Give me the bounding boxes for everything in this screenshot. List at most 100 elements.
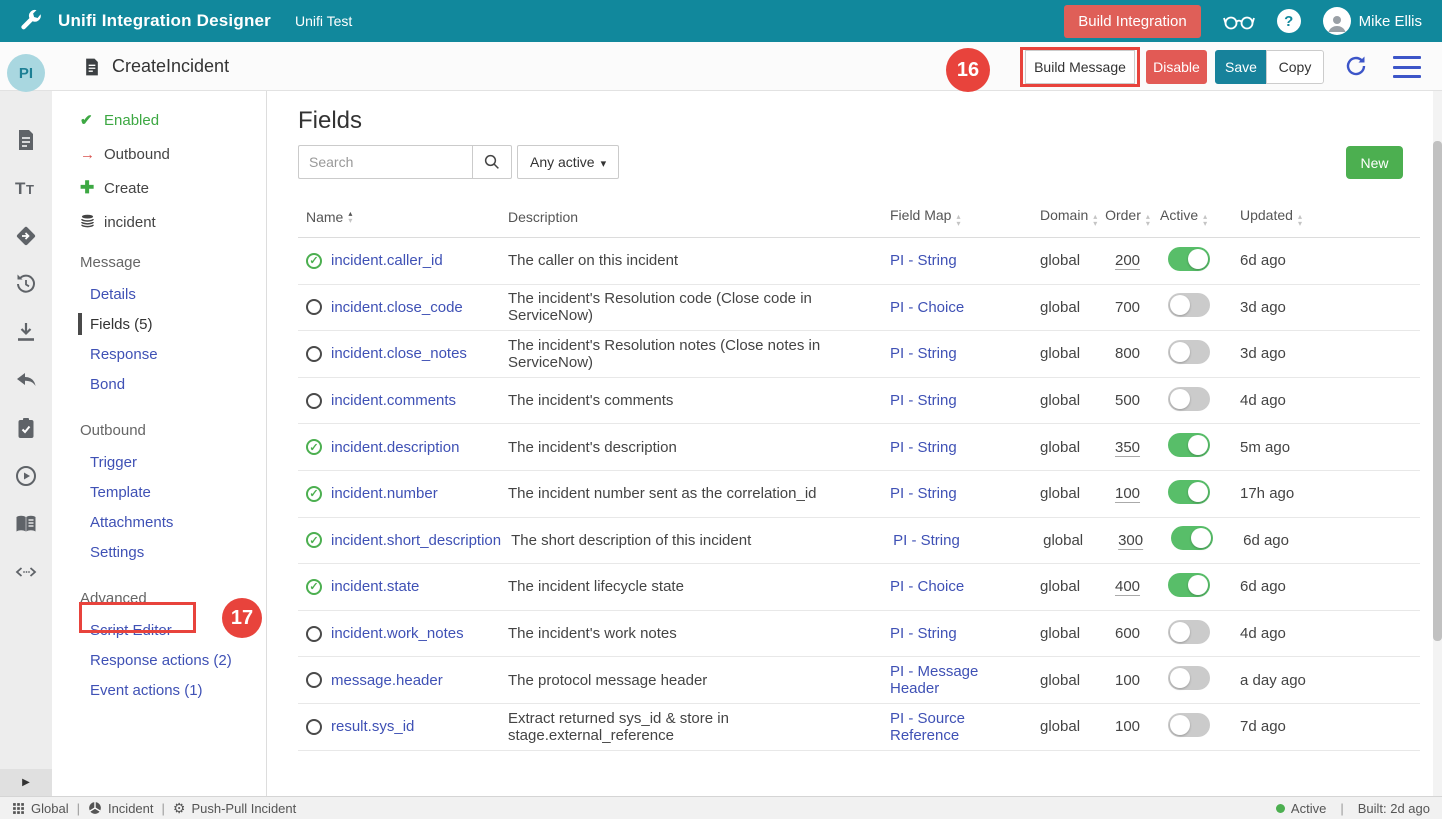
history-icon[interactable] [14,272,38,296]
task-check-icon[interactable] [14,416,38,440]
active-toggle[interactable] [1168,247,1210,271]
scope-item[interactable]: Global [12,801,69,816]
nav-item-trigger[interactable]: Trigger [52,447,266,477]
nav-item-response[interactable]: Response [52,339,266,369]
active-filter-dropdown[interactable]: Any active [517,145,619,179]
hamburger-menu-icon[interactable] [1393,56,1421,78]
field-map-link[interactable]: PI - Choice [880,578,1030,595]
play-icon[interactable] [14,464,38,488]
field-name-link[interactable]: incident.close_notes [331,345,467,362]
svg-text:T: T [26,182,34,197]
field-name-link[interactable]: incident.caller_id [331,252,443,269]
col-domain[interactable]: Domain [1030,207,1105,227]
text-fields-icon[interactable]: T T [14,176,38,200]
field-name-link[interactable]: incident.number [331,485,438,502]
disable-button[interactable]: Disable [1146,50,1207,84]
active-toggle[interactable] [1168,340,1210,364]
search-button[interactable] [472,145,512,179]
rail-expand-toggle[interactable] [0,769,52,796]
documentation-book-icon[interactable] [14,512,38,536]
document-rail-icon[interactable] [14,128,38,152]
active-toggle[interactable] [1168,387,1210,411]
col-active[interactable]: Active [1150,207,1230,227]
col-name[interactable]: Name [298,209,498,225]
glasses-icon[interactable] [1223,10,1255,32]
field-order[interactable]: 400 [1105,578,1150,595]
col-updated[interactable]: Updated [1230,207,1420,227]
field-domain: global [1030,625,1105,642]
field-map-link[interactable]: PI - String [880,392,1030,409]
nav-item-template[interactable]: Template [52,477,266,507]
nav-item-fields[interactable]: Fields (5) [52,309,266,339]
field-name-link[interactable]: incident.state [331,578,419,595]
field-map-link[interactable]: PI - Choice [880,299,1030,316]
new-field-button[interactable]: New [1346,146,1403,179]
code-icon[interactable] [14,560,38,584]
col-description[interactable]: Description [498,209,880,225]
field-map-link[interactable]: PI - String [880,625,1030,642]
active-toggle[interactable] [1168,433,1210,457]
search-icon [483,153,501,171]
nav-type[interactable]: ✚ Create [52,171,266,205]
nav-item-response-actions[interactable]: Response actions (2) [52,645,266,675]
field-name-link[interactable]: result.sys_id [331,718,414,735]
nav-item-details[interactable]: Details [52,279,266,309]
field-order[interactable]: 100 [1105,718,1150,735]
process-item[interactable]: ⚙ Push-Pull Incident [173,800,296,817]
active-toggle[interactable] [1168,293,1210,317]
help-icon[interactable]: ? [1277,9,1301,33]
field-order[interactable]: 300 [1108,532,1153,549]
active-toggle[interactable] [1168,573,1210,597]
nav-item-bond[interactable]: Bond [52,369,266,399]
field-name-link[interactable]: incident.comments [331,392,456,409]
field-order[interactable]: 800 [1105,345,1150,362]
copy-button[interactable]: Copy [1266,50,1324,84]
col-order[interactable]: Order [1105,207,1150,227]
active-toggle[interactable] [1168,713,1210,737]
active-toggle[interactable] [1168,620,1210,644]
build-integration-button[interactable]: Build Integration [1064,5,1200,38]
field-order[interactable]: 200 [1105,252,1150,269]
download-icon[interactable] [14,320,38,344]
field-map-link[interactable]: PI - Message Header [880,663,1030,697]
col-field-map[interactable]: Field Map [880,207,1030,227]
field-map-link[interactable]: PI - String [883,532,1033,549]
field-order[interactable]: 350 [1105,439,1150,456]
field-map-link[interactable]: PI - String [880,252,1030,269]
nav-item-event-actions[interactable]: Event actions (1) [52,675,266,705]
app-item[interactable]: Incident [88,801,154,816]
send-message-icon[interactable] [14,224,38,248]
nav-direction[interactable]: → Outbound [52,137,266,171]
undo-icon[interactable] [14,368,38,392]
active-toggle[interactable] [1168,480,1210,504]
user-menu[interactable]: Mike Ellis [1323,7,1422,35]
field-order[interactable]: 600 [1105,625,1150,642]
active-toggle[interactable] [1171,526,1213,550]
search-input[interactable] [298,145,472,179]
field-name-link[interactable]: incident.work_notes [331,625,464,642]
field-map-link[interactable]: PI - String [880,439,1030,456]
field-order[interactable]: 500 [1105,392,1150,409]
field-name-link[interactable]: incident.short_description [331,532,501,549]
field-map-link[interactable]: PI - Source Reference [880,710,1030,744]
nav-item-settings[interactable]: Settings [52,537,266,567]
field-name-link[interactable]: incident.description [331,439,459,456]
build-message-button[interactable]: Build Message [1025,50,1135,84]
scrollbar-thumb[interactable] [1433,141,1442,641]
field-order[interactable]: 700 [1105,299,1150,316]
nav-table[interactable]: incident [52,205,266,239]
field-name-link[interactable]: incident.close_code [331,299,463,316]
field-map-link[interactable]: PI - String [880,345,1030,362]
wrench-icon [18,9,42,33]
field-map-link[interactable]: PI - String [880,485,1030,502]
nav-enabled[interactable]: ✔ Enabled [52,103,266,137]
active-toggle[interactable] [1168,666,1210,690]
scrollbar-track[interactable] [1433,91,1442,796]
refresh-icon[interactable] [1343,54,1369,80]
field-order[interactable]: 100 [1105,672,1150,689]
save-button[interactable]: Save [1215,50,1267,84]
nav-item-attachments[interactable]: Attachments [52,507,266,537]
field-name-link[interactable]: message.header [331,672,443,689]
field-order[interactable]: 100 [1105,485,1150,502]
field-updated: 17h ago [1230,485,1420,502]
